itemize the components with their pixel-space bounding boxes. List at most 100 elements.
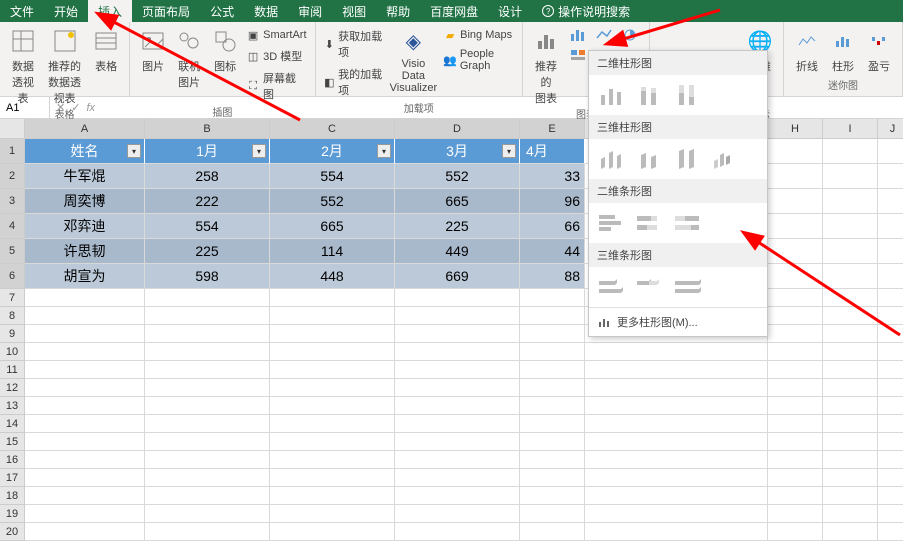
more-column-charts[interactable]: 更多柱形图(M)... xyxy=(589,307,767,336)
tab-formulas[interactable]: 公式 xyxy=(200,0,244,23)
people-graph-button[interactable]: 👥 People Graph xyxy=(443,46,514,74)
cell-B1[interactable]: 1月▾ xyxy=(145,139,270,164)
cell-C6[interactable]: 448 xyxy=(270,264,395,289)
tab-home[interactable]: 开始 xyxy=(44,0,88,23)
pie-chart-button[interactable] xyxy=(619,26,641,44)
cell-A1[interactable]: 姓名▾ xyxy=(25,139,145,164)
cell-E1[interactable]: 4月 xyxy=(520,139,585,164)
cell-B3[interactable]: 222 xyxy=(145,189,270,214)
row-header-9[interactable]: 9 xyxy=(0,325,25,343)
row-header-6[interactable]: 6 xyxy=(0,264,25,289)
tab-baidu[interactable]: 百度网盘 xyxy=(420,0,488,23)
chart-3d-stacked-column[interactable] xyxy=(635,147,665,171)
cell-D5[interactable]: 449 xyxy=(395,239,520,264)
cell-C4[interactable]: 665 xyxy=(270,214,395,239)
row-header-11[interactable]: 11 xyxy=(0,361,25,379)
smartart-button[interactable]: ▣ SmartArt xyxy=(246,26,306,44)
col-header-I[interactable]: I xyxy=(823,119,878,139)
chart-3d-100-stacked-column[interactable] xyxy=(673,147,703,171)
hierarchy-chart-button[interactable] xyxy=(567,46,589,64)
col-header-J[interactable]: J xyxy=(878,119,903,139)
tab-insert[interactable]: 插入 xyxy=(88,0,132,23)
row-header-20[interactable]: 20 xyxy=(0,523,25,541)
col-header-A[interactable]: A xyxy=(25,119,145,139)
pivot-table-button[interactable]: 数据 透视表 xyxy=(8,26,38,106)
row-header-3[interactable]: 3 xyxy=(0,189,25,214)
chart-100-stacked-column[interactable] xyxy=(673,83,703,107)
tab-review[interactable]: 审阅 xyxy=(288,0,332,23)
pictures-button[interactable]: 图片 xyxy=(138,26,168,74)
cell-C3[interactable]: 552 xyxy=(270,189,395,214)
tab-help[interactable]: 帮助 xyxy=(376,0,420,23)
row-header-8[interactable]: 8 xyxy=(0,307,25,325)
cell-J1[interactable] xyxy=(878,139,903,164)
row-header-19[interactable]: 19 xyxy=(0,505,25,523)
cell-B2[interactable]: 258 xyxy=(145,164,270,189)
chart-stacked-bar[interactable] xyxy=(635,211,665,235)
enter-icon[interactable]: ✓ xyxy=(71,101,80,114)
sparkline-winloss-button[interactable]: 盈亏 xyxy=(864,26,894,74)
filter-icon[interactable]: ▾ xyxy=(377,144,391,158)
cell-H1[interactable] xyxy=(768,139,823,164)
tell-me-search[interactable]: ? 操作说明搜索 xyxy=(542,3,630,20)
cell-D6[interactable]: 669 xyxy=(395,264,520,289)
cell-C2[interactable]: 554 xyxy=(270,164,395,189)
chart-3d-clustered-bar[interactable] xyxy=(597,275,627,299)
row-header-10[interactable]: 10 xyxy=(0,343,25,361)
chart-stacked-column[interactable] xyxy=(635,83,665,107)
chart-clustered-bar[interactable] xyxy=(597,211,627,235)
row-header-13[interactable]: 13 xyxy=(0,397,25,415)
cell-D3[interactable]: 665 xyxy=(395,189,520,214)
line-chart-button[interactable] xyxy=(593,26,615,44)
bing-maps-button[interactable]: ▰ Bing Maps xyxy=(443,26,514,44)
cell-B4[interactable]: 554 xyxy=(145,214,270,239)
visio-button[interactable]: ◈ Visio Data Visualizer xyxy=(390,26,438,94)
tab-data[interactable]: 数据 xyxy=(244,0,288,23)
cell-E2[interactable]: 33 xyxy=(520,164,585,189)
row-header-14[interactable]: 14 xyxy=(0,415,25,433)
cell-C5[interactable]: 114 xyxy=(270,239,395,264)
filter-icon[interactable]: ▾ xyxy=(252,144,266,158)
cell-E6[interactable]: 88 xyxy=(520,264,585,289)
chart-3d-clustered-column[interactable] xyxy=(597,147,627,171)
cell-E3[interactable]: 96 xyxy=(520,189,585,214)
col-header-H[interactable]: H xyxy=(768,119,823,139)
cell-E5[interactable]: 44 xyxy=(520,239,585,264)
row-header-2[interactable]: 2 xyxy=(0,164,25,189)
tab-view[interactable]: 视图 xyxy=(332,0,376,23)
cell-I1[interactable] xyxy=(823,139,878,164)
col-header-D[interactable]: D xyxy=(395,119,520,139)
chart-3d-100-stacked-bar[interactable] xyxy=(673,275,703,299)
fx-icon[interactable]: fx xyxy=(86,102,95,114)
cancel-icon[interactable]: ✕ xyxy=(56,101,65,114)
chart-3d-column[interactable] xyxy=(711,147,741,171)
row-header-7[interactable]: 7 xyxy=(0,289,25,307)
shapes-button[interactable]: 图标 xyxy=(210,26,240,74)
recommended-charts-button[interactable]: 推荐的 图表 xyxy=(531,26,561,106)
cell-B5[interactable]: 225 xyxy=(145,239,270,264)
cell-C1[interactable]: 2月▾ xyxy=(270,139,395,164)
col-header-C[interactable]: C xyxy=(270,119,395,139)
chart-100-stacked-bar[interactable] xyxy=(673,211,703,235)
tab-design[interactable]: 设计 xyxy=(488,0,532,23)
tab-page-layout[interactable]: 页面布局 xyxy=(132,0,200,23)
cell-D2[interactable]: 552 xyxy=(395,164,520,189)
screenshot-button[interactable]: ⛶ 屏幕截图 xyxy=(246,68,306,104)
get-addins-button[interactable]: ⬇ 获取加载项 xyxy=(324,26,384,62)
row-header-4[interactable]: 4 xyxy=(0,214,25,239)
chart-clustered-column[interactable] xyxy=(597,83,627,107)
recommended-pivot-button[interactable]: 推荐的 数据透视表 xyxy=(44,26,85,106)
tab-file[interactable]: 文件 xyxy=(0,0,44,23)
table-button[interactable]: 表格 xyxy=(91,26,121,74)
filter-icon[interactable]: ▾ xyxy=(127,144,141,158)
cell-A4[interactable]: 邓弈迪 xyxy=(25,214,145,239)
row-header-12[interactable]: 12 xyxy=(0,379,25,397)
cell-A3[interactable]: 周奕博 xyxy=(25,189,145,214)
row-header-1[interactable]: 1 xyxy=(0,139,25,164)
row-header-18[interactable]: 18 xyxy=(0,487,25,505)
sparkline-line-button[interactable]: 折线 xyxy=(792,26,822,74)
name-box[interactable]: A1 xyxy=(0,97,50,118)
row-header-17[interactable]: 17 xyxy=(0,469,25,487)
online-pictures-button[interactable]: 联机图片 xyxy=(174,26,204,90)
cell-E4[interactable]: 66 xyxy=(520,214,585,239)
